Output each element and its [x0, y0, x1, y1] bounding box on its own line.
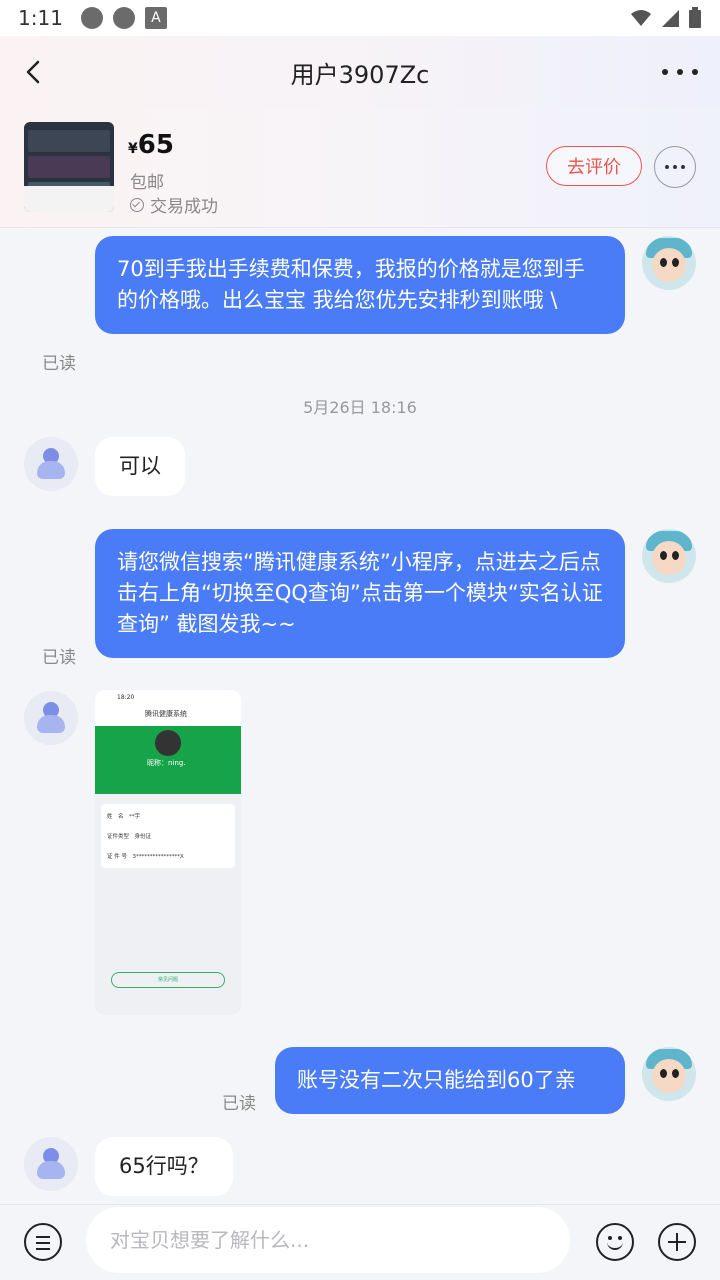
- read-receipt: 已读: [42, 648, 76, 668]
- signal-icon: [662, 10, 679, 27]
- menu-icon[interactable]: [24, 1223, 62, 1261]
- price-value: 65: [137, 130, 174, 160]
- contact-avatar[interactable]: [24, 1137, 78, 1191]
- message-bubble-in[interactable]: 可以: [95, 437, 185, 496]
- message-bubble-in[interactable]: 65行吗？: [95, 1137, 233, 1196]
- self-avatar[interactable]: [642, 529, 696, 583]
- message-bubble-out[interactable]: 70到手我出手续费和保费，我报的价格就是您到手的价格哦。出么宝宝 我给您优先安排…: [95, 236, 625, 334]
- chat-timestamp: 5月26日 18:16: [303, 398, 417, 417]
- image-info-row: 证件类型 身份证: [107, 834, 152, 840]
- battery-icon: [689, 7, 701, 28]
- read-receipt: 已读: [222, 1094, 256, 1114]
- product-card[interactable]: ¥65 包邮 交易成功 去评价: [0, 108, 720, 228]
- plus-icon[interactable]: [658, 1223, 696, 1261]
- product-thumbnail[interactable]: [24, 122, 114, 212]
- self-avatar[interactable]: [642, 236, 696, 290]
- trade-status: 交易成功: [130, 192, 218, 217]
- back-arrow-icon[interactable]: [18, 54, 54, 90]
- chat-list[interactable]: 已读 70到手我出手续费和保费，我报的价格就是您到手的价格哦。出么宝宝 我给您优…: [0, 229, 720, 1204]
- status-bar: 1:11 A: [0, 0, 720, 36]
- debug-icon: [80, 7, 103, 29]
- status-time: 1:11: [18, 6, 63, 30]
- contact-avatar[interactable]: [24, 437, 78, 491]
- image-faq-button: 常见问题: [111, 972, 225, 988]
- review-button[interactable]: 去评价: [546, 146, 642, 186]
- image-info-card: 姓 名 **宇 证件类型 身份证 证 件 号 3****************…: [101, 804, 235, 868]
- self-avatar[interactable]: [642, 1047, 696, 1101]
- contact-avatar[interactable]: [24, 691, 78, 745]
- image-profile-banner: 昵称：ning.: [95, 726, 241, 794]
- input-bar: [0, 1204, 720, 1280]
- image-avatar: [155, 730, 181, 756]
- currency-symbol: ¥: [128, 141, 138, 157]
- message-input[interactable]: [86, 1207, 570, 1273]
- image-info-row: 姓 名 **宇: [107, 814, 141, 820]
- debug-icon-2: [112, 7, 135, 29]
- product-price: ¥65: [128, 130, 174, 160]
- wifi-icon: [631, 10, 651, 26]
- trade-status-text: 交易成功: [150, 197, 218, 217]
- image-info-row: 证 件 号 3****************X: [107, 854, 184, 860]
- product-more-button[interactable]: [654, 146, 696, 188]
- accessibility-icon: A: [144, 7, 167, 29]
- shipping-label: 包邮: [130, 173, 164, 193]
- image-message[interactable]: 18:20 腾讯健康系统 昵称：ning. 姓 名 **宇 证件类型 身份证 证…: [95, 690, 241, 1015]
- image-time: 18:20: [117, 694, 135, 701]
- more-dots-icon[interactable]: [662, 58, 698, 86]
- image-title: 腾讯健康系统: [145, 710, 187, 718]
- image-topbar: 18:20 腾讯健康系统: [95, 690, 241, 726]
- page-title: 用户3907Zc: [290, 60, 430, 89]
- emoji-icon[interactable]: [596, 1223, 634, 1261]
- chat-header: 用户3907Zc: [0, 36, 720, 108]
- message-bubble-out[interactable]: 请您微信搜索“腾讯健康系统”小程序，点进去之后点击右上角“切换至QQ查询”点击第…: [95, 529, 625, 658]
- status-right: [630, 7, 702, 29]
- check-circle-icon: [130, 197, 144, 212]
- message-bubble-out[interactable]: 账号没有二次只能给到60了亲: [275, 1047, 625, 1114]
- read-receipt: 已读: [42, 354, 76, 374]
- image-nickname: 昵称：ning.: [147, 759, 186, 767]
